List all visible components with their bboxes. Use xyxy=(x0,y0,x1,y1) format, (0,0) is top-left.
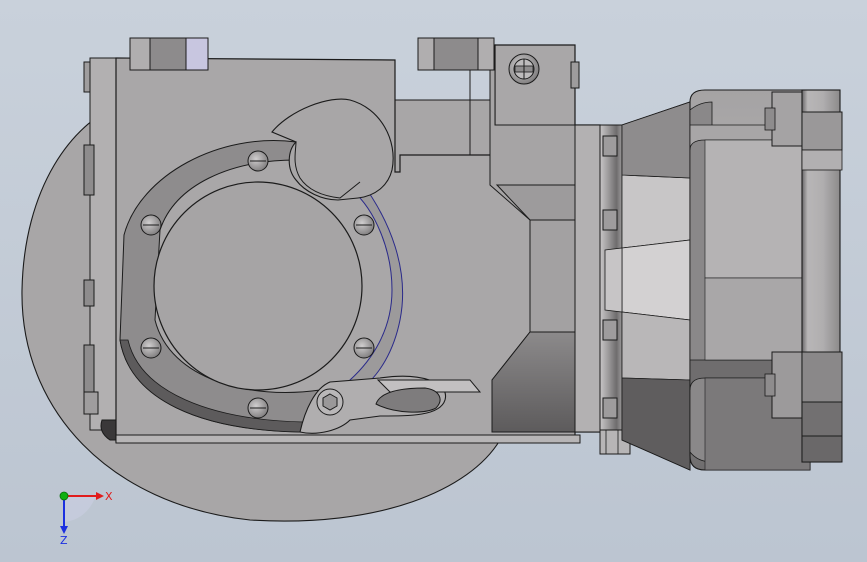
housing-side-screws xyxy=(570,61,580,89)
triad-plane-indicator xyxy=(64,496,96,522)
model-canvas[interactable]: X Z xyxy=(0,0,867,562)
adapter-bolt xyxy=(602,209,618,231)
flange-bolt xyxy=(247,397,269,419)
flange-bolt xyxy=(353,337,375,359)
breather-plug xyxy=(508,53,540,85)
coordinate-triad[interactable]: X Z xyxy=(59,490,113,547)
flange-bolt xyxy=(247,150,269,172)
x-axis-arrow xyxy=(96,492,104,500)
motor-body xyxy=(689,89,811,471)
x-axis-label: X xyxy=(105,490,113,503)
cad-viewport[interactable]: X Z xyxy=(0,0,867,562)
flange-bolt xyxy=(353,214,375,236)
adapter-bolt xyxy=(602,135,618,157)
motor-end-cap xyxy=(801,89,843,463)
z-axis-arrow xyxy=(60,526,68,534)
flange-bolt xyxy=(140,214,162,236)
output-shaft-bore xyxy=(153,181,363,391)
adapter-bolt xyxy=(602,397,618,419)
y-axis-dot xyxy=(59,491,69,501)
z-axis-label: Z xyxy=(60,534,68,547)
adapter-bolt xyxy=(602,319,618,341)
flange-bolt xyxy=(140,337,162,359)
